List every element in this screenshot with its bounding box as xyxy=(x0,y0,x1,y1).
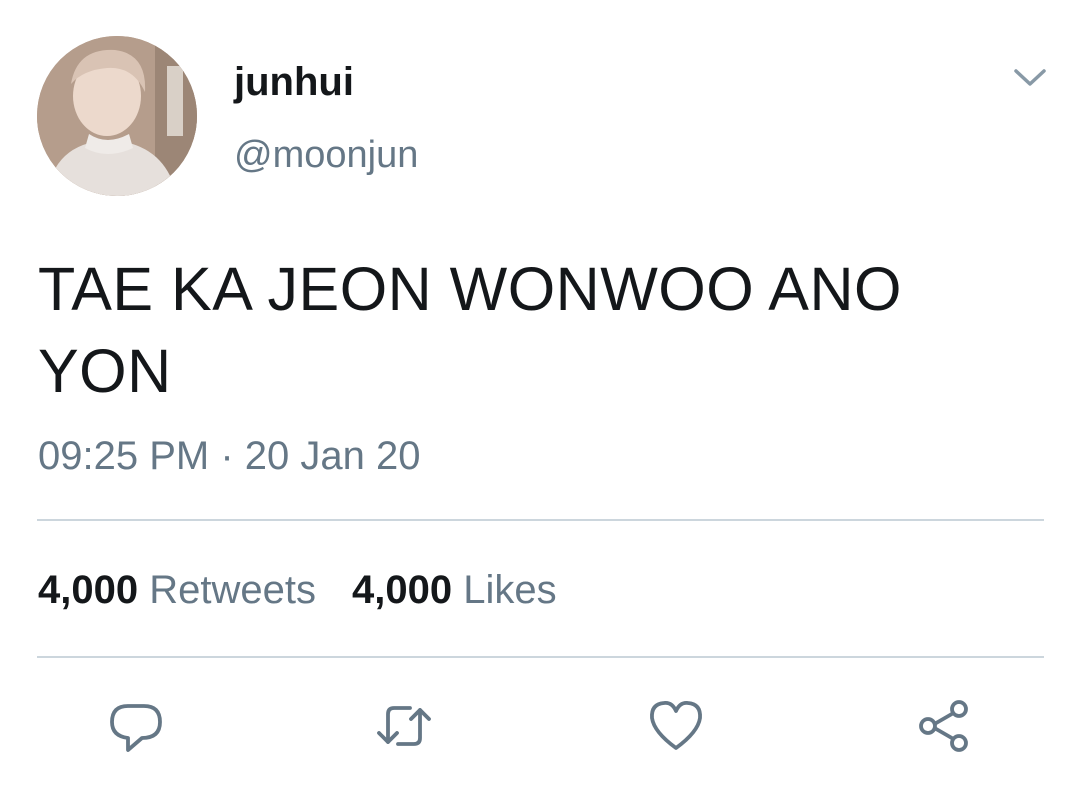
profile-photo-icon xyxy=(37,36,197,196)
tweet-timestamp[interactable]: 09:25 PM · 20 Jan 20 xyxy=(38,432,421,480)
tweet-date: 20 Jan 20 xyxy=(244,434,421,478)
tweet-stats: 4,000 Retweets 4,000 Likes xyxy=(38,566,557,614)
user-handle[interactable]: @moonjun xyxy=(234,132,418,178)
divider xyxy=(37,656,1044,658)
likes-count: 4,000 xyxy=(351,568,453,612)
avatar[interactable] xyxy=(37,36,197,196)
tweet-time: 09:25 PM xyxy=(38,434,210,478)
likes-stat[interactable]: 4,000 Likes xyxy=(352,568,557,612)
reply-button[interactable] xyxy=(106,696,166,756)
like-icon xyxy=(650,701,702,750)
tweet-menu-button[interactable] xyxy=(1010,62,1050,94)
tweet-text: TAE KA JEON WONWOO ANO YON xyxy=(38,255,902,405)
display-name[interactable]: junhui xyxy=(234,58,354,106)
retweets-stat[interactable]: 4,000 Retweets xyxy=(38,568,316,612)
retweets-count: 4,000 xyxy=(38,568,139,612)
divider xyxy=(37,519,1044,521)
chevron-down-icon xyxy=(1014,69,1046,86)
reply-icon xyxy=(110,704,162,752)
share-button[interactable] xyxy=(915,696,975,756)
likes-label: Likes xyxy=(463,568,557,612)
retweet-button[interactable] xyxy=(374,696,434,756)
share-icon xyxy=(919,700,968,752)
retweet-icon xyxy=(377,706,431,746)
like-button[interactable] xyxy=(646,696,706,756)
timestamp-separator: · xyxy=(220,434,234,478)
retweets-label: Retweets xyxy=(149,568,316,612)
